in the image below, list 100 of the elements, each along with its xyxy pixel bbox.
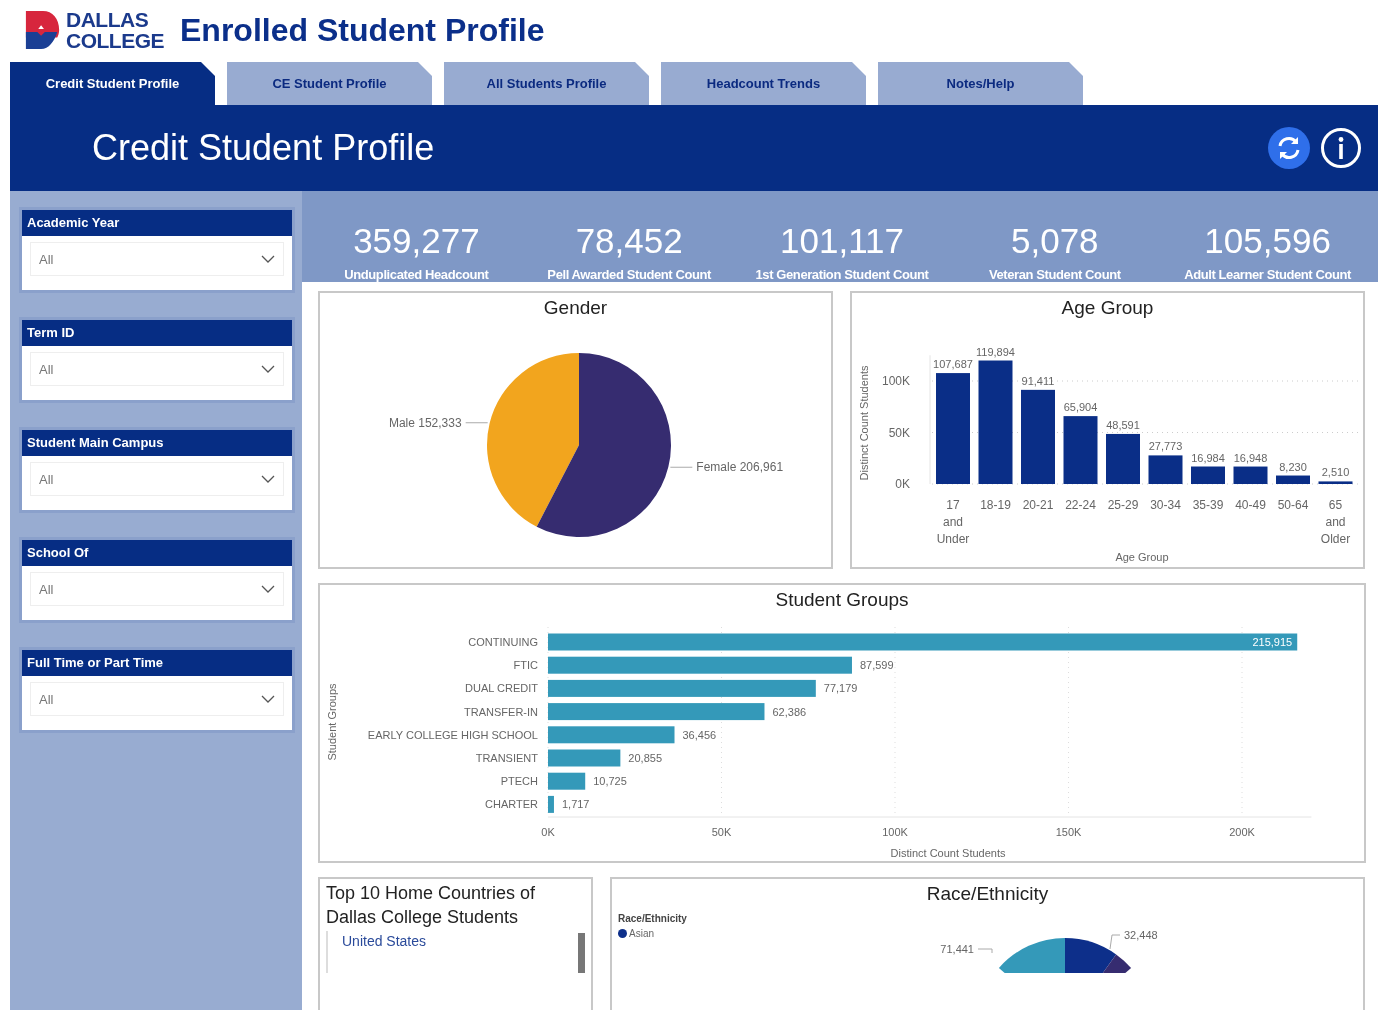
category-label: 40-49	[1235, 498, 1266, 512]
category-label: 22-24	[1065, 498, 1096, 512]
axis-title: Student Groups	[326, 683, 338, 761]
chevron-down-icon	[261, 255, 275, 263]
page-tab[interactable]: Credit Student Profile	[10, 62, 215, 105]
axis-tick: 0K	[541, 826, 555, 838]
filter-label: Academic Year	[22, 210, 292, 236]
filter-dropdown[interactable]: All	[30, 462, 284, 496]
slice-label: Female 206,961	[696, 460, 784, 475]
category-label: EARLY COLLEGE HIGH SCHOOL	[367, 728, 538, 741]
chevron-down-icon	[261, 695, 275, 703]
chart-bar	[1063, 416, 1098, 484]
kpi-value: 78,452	[575, 221, 683, 261]
kpi-value: 359,277	[353, 221, 480, 261]
category-label: PTECH	[500, 775, 538, 788]
bar-value-label: 62,386	[772, 705, 807, 718]
info-icon[interactable]	[1320, 127, 1362, 169]
chevron-down-icon	[261, 585, 275, 593]
kpi-label: Adult Learner Student Count	[1184, 267, 1351, 282]
page-tab[interactable]: Headcount Trends	[661, 62, 866, 105]
bar-value-label: 1,717	[561, 798, 590, 811]
category-label: 65 and Older	[1320, 498, 1351, 546]
college-logo-icon	[24, 8, 62, 52]
kpi-value: 105,596	[1204, 221, 1331, 261]
leader-line	[465, 422, 489, 424]
page-tab[interactable]: All Students Profile	[444, 62, 649, 105]
kpi-label: Pell Awarded Student Count	[547, 267, 712, 282]
kpi-value: 5,078	[1011, 221, 1099, 261]
app-title: Enrolled Student Profile	[180, 11, 545, 49]
kpi-label: Unduplicated Headcount	[344, 267, 489, 282]
bar-value-label: 27,773	[1148, 440, 1183, 453]
filter-dropdown[interactable]: All	[30, 682, 284, 716]
scrollbar[interactable]	[578, 933, 585, 973]
slice-label: Male 152,333	[388, 415, 462, 430]
bar-value-label: 20,855	[628, 752, 662, 764]
bar-value-label: 10,725	[593, 775, 627, 788]
bar-value-label: 119,894	[976, 345, 1015, 358]
category-label: 50-64	[1277, 498, 1309, 512]
category-label: 18-19	[980, 498, 1011, 512]
category-label: 35-39	[1192, 498, 1224, 512]
bar-value-label: 36,456	[682, 728, 717, 741]
kpi-label: Veteran Student Count	[988, 267, 1121, 282]
bar-value-label: 8,230	[1279, 460, 1307, 473]
axis-tick: 50K	[888, 425, 910, 440]
bar-value-label: 91,411	[1021, 374, 1055, 387]
chart-bar	[1106, 433, 1140, 484]
axis-tick: 100K	[881, 374, 910, 388]
bar-value-label: 77,179	[823, 682, 858, 695]
axis-tick: 0K	[895, 477, 910, 491]
legend-label: Asian	[629, 928, 654, 939]
leader-line	[977, 948, 993, 954]
category-label: 17 and Under	[936, 498, 970, 546]
leader-line	[669, 466, 693, 468]
country-item[interactable]: United States	[336, 933, 427, 973]
bar-value-label: 215,915	[1252, 636, 1293, 648]
page-tab[interactable]: Notes/Help	[878, 62, 1083, 105]
chevron-down-icon	[261, 475, 275, 483]
refresh-icon[interactable]	[1268, 127, 1310, 169]
filter-dropdown[interactable]: All	[30, 352, 284, 386]
filter-label: Full Time or Part Time	[22, 650, 292, 676]
category-label: CONTINUING	[468, 636, 538, 648]
chart-bar	[1318, 481, 1353, 484]
chart-bar	[1148, 455, 1183, 484]
bar-value-label: 2,510	[1321, 466, 1350, 479]
filter-label: School Of	[22, 540, 292, 566]
axis-tick: 50K	[711, 826, 732, 838]
bar-value-label: 87,599	[859, 659, 894, 672]
category-label: FTIC	[513, 659, 538, 672]
chart-bar	[1233, 466, 1268, 484]
axis-tick: 150K	[1055, 826, 1082, 838]
kpi-value: 101,117	[780, 221, 904, 261]
page-tab[interactable]: CE Student Profile	[227, 62, 432, 105]
chart-title: Race/Ethnicity	[925, 882, 1050, 906]
bar-value-label: 16,948	[1233, 451, 1268, 464]
kpi-label: 1st Generation Student Count	[755, 267, 929, 282]
chart-title: Gender	[542, 296, 609, 320]
leader-line	[1109, 934, 1121, 950]
chart-title: Age Group	[1060, 296, 1155, 320]
card-title: Top 10 Home Countries of Dallas College Students	[325, 882, 537, 929]
axis-title: Age Group	[1115, 551, 1169, 563]
chevron-down-icon	[261, 365, 275, 373]
chart-bar	[1191, 466, 1225, 484]
bar-value-label: 65,904	[1063, 401, 1098, 414]
axis-tick: 200K	[1229, 826, 1255, 838]
bar-value-label: 107,687	[933, 358, 973, 371]
bar-value-label: 48,591	[1106, 418, 1140, 431]
college-logo-text: DALLAS COLLEGE	[66, 9, 164, 51]
category-label: DUAL CREDIT	[465, 682, 538, 695]
slice-label: 71,441	[940, 943, 974, 955]
axis-title: Distinct Count Students	[858, 365, 870, 481]
category-label: 25-29	[1107, 498, 1139, 512]
filter-label: Term ID	[22, 320, 292, 346]
filter-label: Student Main Campus	[22, 430, 292, 456]
filter-dropdown[interactable]: All	[30, 242, 284, 276]
legend-title: Race/Ethnicity	[618, 913, 687, 924]
category-label: 30-34	[1150, 498, 1181, 512]
category-label: TRANSFER-IN	[464, 705, 538, 718]
chart-bar	[548, 795, 554, 813]
filter-dropdown[interactable]: All	[30, 572, 284, 606]
bar-value-label: 16,984	[1191, 451, 1225, 464]
